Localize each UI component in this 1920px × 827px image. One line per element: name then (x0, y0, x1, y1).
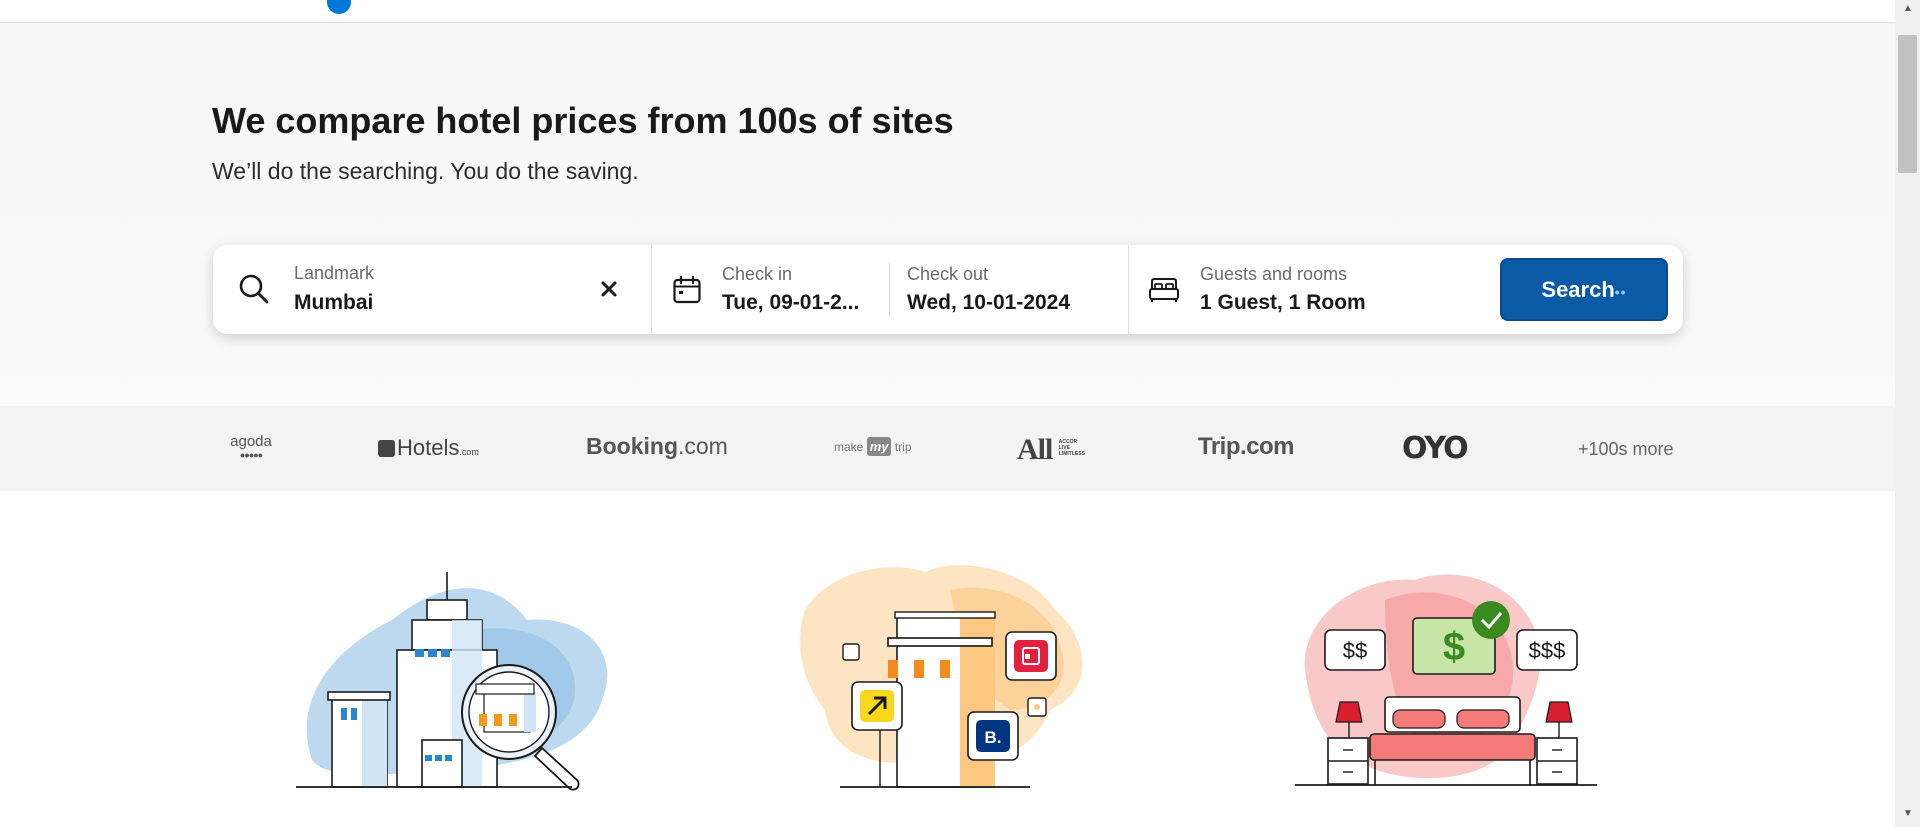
best-price-illustration: $ $$ $$$ (1295, 574, 1597, 786)
loading-dots: •• (1614, 283, 1627, 300)
accor-tagline: ACCOR LIVE LIMITLESS (1059, 439, 1085, 457)
makemytrip-logo: make my trip (834, 437, 912, 456)
hotels-com-text: Hotels (397, 435, 460, 460)
accor-tagline-3: LIMITLESS (1058, 451, 1085, 457)
low-price-text: $$ (1343, 638, 1367, 663)
calendar-icon (673, 275, 701, 304)
more-partners-text: +100s more (1578, 439, 1674, 459)
guests-rooms-label: Guests and rooms (1200, 264, 1348, 284)
agoda-logo: agoda ●●●●● (226, 434, 276, 461)
partner-sites-illustration: B. (800, 565, 1083, 788)
brand-logo[interactable] (327, 0, 351, 14)
check-in-field[interactable]: Check in Tue, 09-01-2... (721, 245, 896, 334)
partner-logos-band: agoda ●●●●● Hotels.com Booking.com make … (0, 406, 1895, 491)
best-price-text: $ (1443, 625, 1465, 669)
accor-all-text: All (1017, 433, 1053, 466)
search-icon (239, 274, 269, 304)
page-title: We compare hotel prices from 100s of sit… (212, 100, 954, 141)
high-price-text: $$$ (1529, 638, 1566, 663)
scroll-up-arrow-icon[interactable]: ▲ (1903, 3, 1913, 14)
hotels-com-logo: Hotels.com (378, 435, 479, 461)
hero-section (0, 23, 1895, 406)
date-separator (889, 263, 890, 315)
accor-all-logo: All ACCOR LIVE LIMITLESS (1017, 433, 1085, 467)
booking-com-suffix: .com (678, 433, 728, 459)
guests-rooms-value: 1 Guest, 1 Room (1200, 291, 1366, 314)
page-subtitle: We’ll do the searching. You do the savin… (212, 158, 639, 184)
hotels-com-suffix: .com (459, 447, 479, 457)
agoda-logo-text: agoda (230, 433, 272, 450)
check-out-value: Wed, 10-01-2024 (907, 291, 1071, 314)
page-scrollbar[interactable]: ▲ ▼ (1895, 0, 1920, 827)
booking-com-logo: Booking.com (586, 433, 728, 460)
check-in-value: Tue, 09-01-2... (722, 291, 860, 314)
city-search-illustration (296, 572, 608, 791)
search-button-label: Search (1541, 276, 1615, 302)
bed-icon (1149, 278, 1179, 302)
trip-com-logo: Trip.com (1198, 433, 1295, 460)
check-out-field[interactable]: Check out Wed, 10-01-2024 (907, 245, 1127, 334)
makemytrip-trip: trip (894, 440, 912, 454)
segment-divider (1128, 245, 1129, 334)
agoda-logo-dots: ●●●●● (239, 450, 263, 460)
check-out-label: Check out (907, 264, 989, 284)
hotels-com-badge (378, 440, 395, 457)
landmark-label: Landmark (294, 263, 375, 283)
oyo-logo: OYO (1402, 431, 1469, 466)
scrollbar-thumb[interactable] (1898, 35, 1917, 173)
segment-divider (651, 245, 652, 334)
landmark-value[interactable]: Mumbai (294, 291, 373, 315)
close-icon[interactable] (595, 275, 623, 303)
booking-badge-text: B. (985, 728, 1002, 747)
hotel-search-bar: Landmark Mumbai Check in Tue, 09-01-2...… (213, 245, 1683, 334)
search-button[interactable]: Search•• (1500, 258, 1668, 321)
top-navigation-bar (0, 0, 1895, 23)
booking-com-text: Booking (586, 433, 678, 459)
guests-rooms-field[interactable]: Guests and rooms 1 Guest, 1 Room (1199, 245, 1484, 334)
makemytrip-my: my (866, 437, 892, 456)
check-in-label: Check in (722, 264, 793, 284)
makemytrip-make: make (834, 440, 864, 454)
landmark-field[interactable]: Landmark Mumbai (213, 245, 650, 334)
scroll-down-arrow-icon[interactable]: ▼ (1903, 808, 1913, 819)
